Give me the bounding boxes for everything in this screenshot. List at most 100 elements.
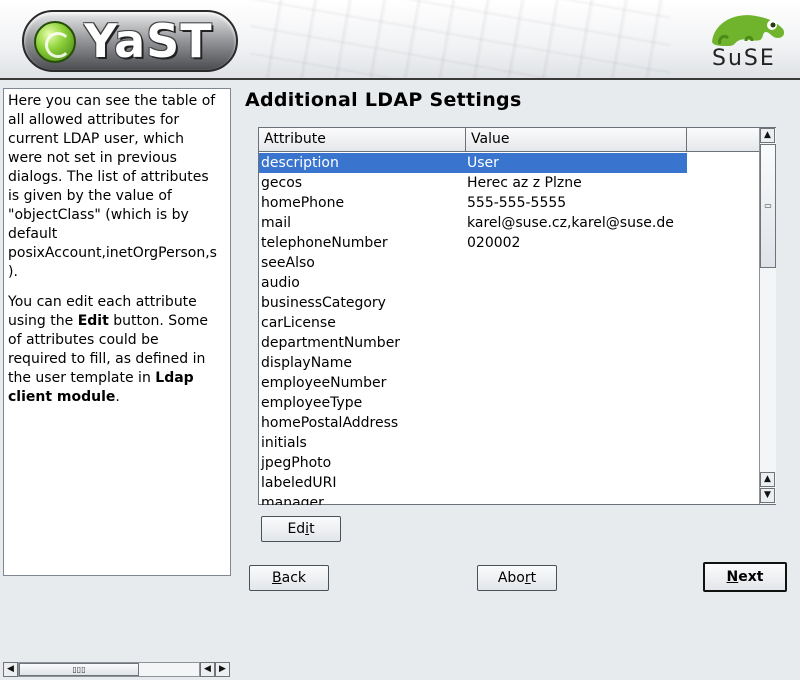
yast-logo: YaST (22, 10, 238, 72)
help-paragraph-2: You can edit each attribute using the Ed… (8, 293, 226, 407)
scroll-track[interactable]: ▯▯▯ (18, 662, 200, 677)
attribute-cell: businessCategory (261, 295, 386, 311)
help-bold-client-module: client module (8, 389, 116, 405)
edit-button[interactable]: Edit (261, 516, 341, 542)
table-body: description User gecos Herec az z Plzne home… (259, 153, 759, 505)
attribute-cell: telephoneNumber (261, 235, 388, 251)
scroll-thumb[interactable]: ▭ (760, 144, 776, 268)
attribute-cell: mail (261, 215, 291, 231)
scroll-left-icon[interactable]: ◀ (200, 662, 215, 677)
page-title: Additional LDAP Settings (245, 89, 522, 111)
attribute-cell: audio (261, 275, 300, 291)
suse-logo-text: SuSE (712, 46, 776, 71)
value-cell: User (467, 155, 499, 171)
attribute-cell: description (261, 155, 339, 171)
help-line: dialogs. The list of attributes (8, 169, 209, 185)
help-line: ). (8, 264, 18, 280)
edit-label-b: t (309, 521, 315, 537)
next-button[interactable]: Next (703, 562, 787, 592)
table-row[interactable]: homePostalAddress (259, 413, 759, 433)
attribute-cell: displayName (261, 355, 353, 371)
column-header-value[interactable]: Value (466, 128, 687, 152)
table-row[interactable]: manager (259, 493, 759, 505)
attribute-cell: gecos (261, 175, 303, 191)
help-line: current LDAP user, which (8, 131, 184, 147)
table-vertical-scrollbar[interactable]: ▲ ▭ ▲ ▼ (759, 128, 776, 504)
attribute-table[interactable]: Attribute Value description User gecos Here… (258, 127, 776, 505)
column-header-filler (687, 128, 759, 152)
help-bold-edit: Edit (77, 313, 109, 329)
scroll-down-icon[interactable]: ▼ (760, 488, 775, 503)
value-cell: 020002 (467, 235, 521, 251)
table-row[interactable]: businessCategory (259, 293, 759, 313)
column-header-attribute[interactable]: Attribute (259, 128, 466, 152)
help-line: posixAccount,inetOrgPerson,s (8, 245, 217, 261)
table-row[interactable]: carLicense (259, 313, 759, 333)
chameleon-icon (712, 15, 785, 46)
table-row[interactable]: mail karel@suse.cz,karel@suse.de (259, 213, 759, 233)
help-line: using the (8, 313, 78, 329)
help-horizontal-scrollbar[interactable]: ◀ ▯▯▯ ◀ ▶ (3, 662, 231, 680)
help-line: all allowed attributes for (8, 112, 180, 128)
header-banner: YaST SuSE (0, 0, 800, 80)
attribute-cell: homePostalAddress (261, 415, 399, 431)
table-row[interactable]: telephoneNumber 020002 (259, 233, 759, 253)
scroll-up-icon[interactable]: ▲ (760, 128, 775, 143)
table-row[interactable]: gecos Herec az z Plzne (259, 173, 759, 193)
attribute-cell: jpegPhoto (261, 455, 332, 471)
help-line: were not set in previous (8, 150, 177, 166)
attribute-cell: labeledURI (261, 475, 337, 491)
table-header: Attribute Value (259, 128, 759, 152)
table-row[interactable]: description User (259, 153, 759, 173)
help-line: of attributes could be (8, 332, 159, 348)
scroll-right-icon[interactable]: ▶ (215, 662, 230, 677)
help-line: "objectClass" (which is by (8, 207, 189, 223)
abort-button[interactable]: Abort (477, 565, 557, 591)
back-label-b: ack (281, 570, 306, 586)
help-line: button. Some (108, 313, 209, 329)
table-row[interactable]: departmentNumber (259, 333, 759, 353)
help-pane: Here you can see the table of all allowe… (0, 84, 234, 677)
help-text-area[interactable]: Here you can see the table of all allowe… (3, 88, 231, 576)
value-cell: 555-555-5555 (467, 195, 567, 211)
attribute-cell: employeeType (261, 395, 363, 411)
help-line: . (115, 389, 120, 405)
yast-ball-icon (34, 21, 76, 63)
table-row[interactable]: initials (259, 433, 759, 453)
back-button[interactable]: Back (249, 565, 329, 591)
scroll-thumb[interactable]: ▯▯▯ (19, 663, 139, 676)
attribute-cell: initials (261, 435, 307, 451)
attribute-cell: departmentNumber (261, 335, 401, 351)
attribute-cell: manager (261, 495, 324, 505)
keyboard-background-decoration (250, 0, 670, 78)
next-label-b: ext (738, 569, 764, 585)
table-row[interactable]: homePhone 555-555-5555 (259, 193, 759, 213)
scroll-left-icon[interactable]: ◀ (3, 662, 18, 677)
help-bold-ldap: Ldap (155, 370, 194, 386)
help-line: is given by the value of (8, 188, 172, 204)
attribute-cell: employeeNumber (261, 375, 387, 391)
value-cell: Herec az z Plzne (467, 175, 582, 191)
table-row[interactable]: jpegPhoto (259, 453, 759, 473)
edit-label-a: Ed (287, 521, 306, 537)
table-row[interactable]: seeAlso (259, 253, 759, 273)
help-line: Here you can see the table of (8, 93, 216, 109)
help-line: default (8, 226, 58, 242)
table-row[interactable]: employeeType (259, 393, 759, 413)
table-row[interactable]: employeeNumber (259, 373, 759, 393)
table-row[interactable]: displayName (259, 353, 759, 373)
help-line: required to fill, as defined in (8, 351, 206, 367)
abort-label-a: Abo (497, 570, 525, 586)
next-label-mnemonic: N (726, 569, 739, 585)
suse-logo: SuSE (706, 8, 792, 74)
back-label-mnemonic: B (272, 570, 282, 586)
abort-label-b: t (530, 570, 537, 586)
scroll-up-icon[interactable]: ▲ (760, 472, 775, 487)
yast-logo-text: YaST (84, 14, 213, 68)
attribute-cell: carLicense (261, 315, 336, 331)
table-row[interactable]: audio (259, 273, 759, 293)
attribute-cell: homePhone (261, 195, 345, 211)
attribute-cell: seeAlso (261, 255, 315, 271)
table-row[interactable]: labeledURI (259, 473, 759, 493)
value-cell: karel@suse.cz,karel@suse.de (467, 215, 674, 231)
